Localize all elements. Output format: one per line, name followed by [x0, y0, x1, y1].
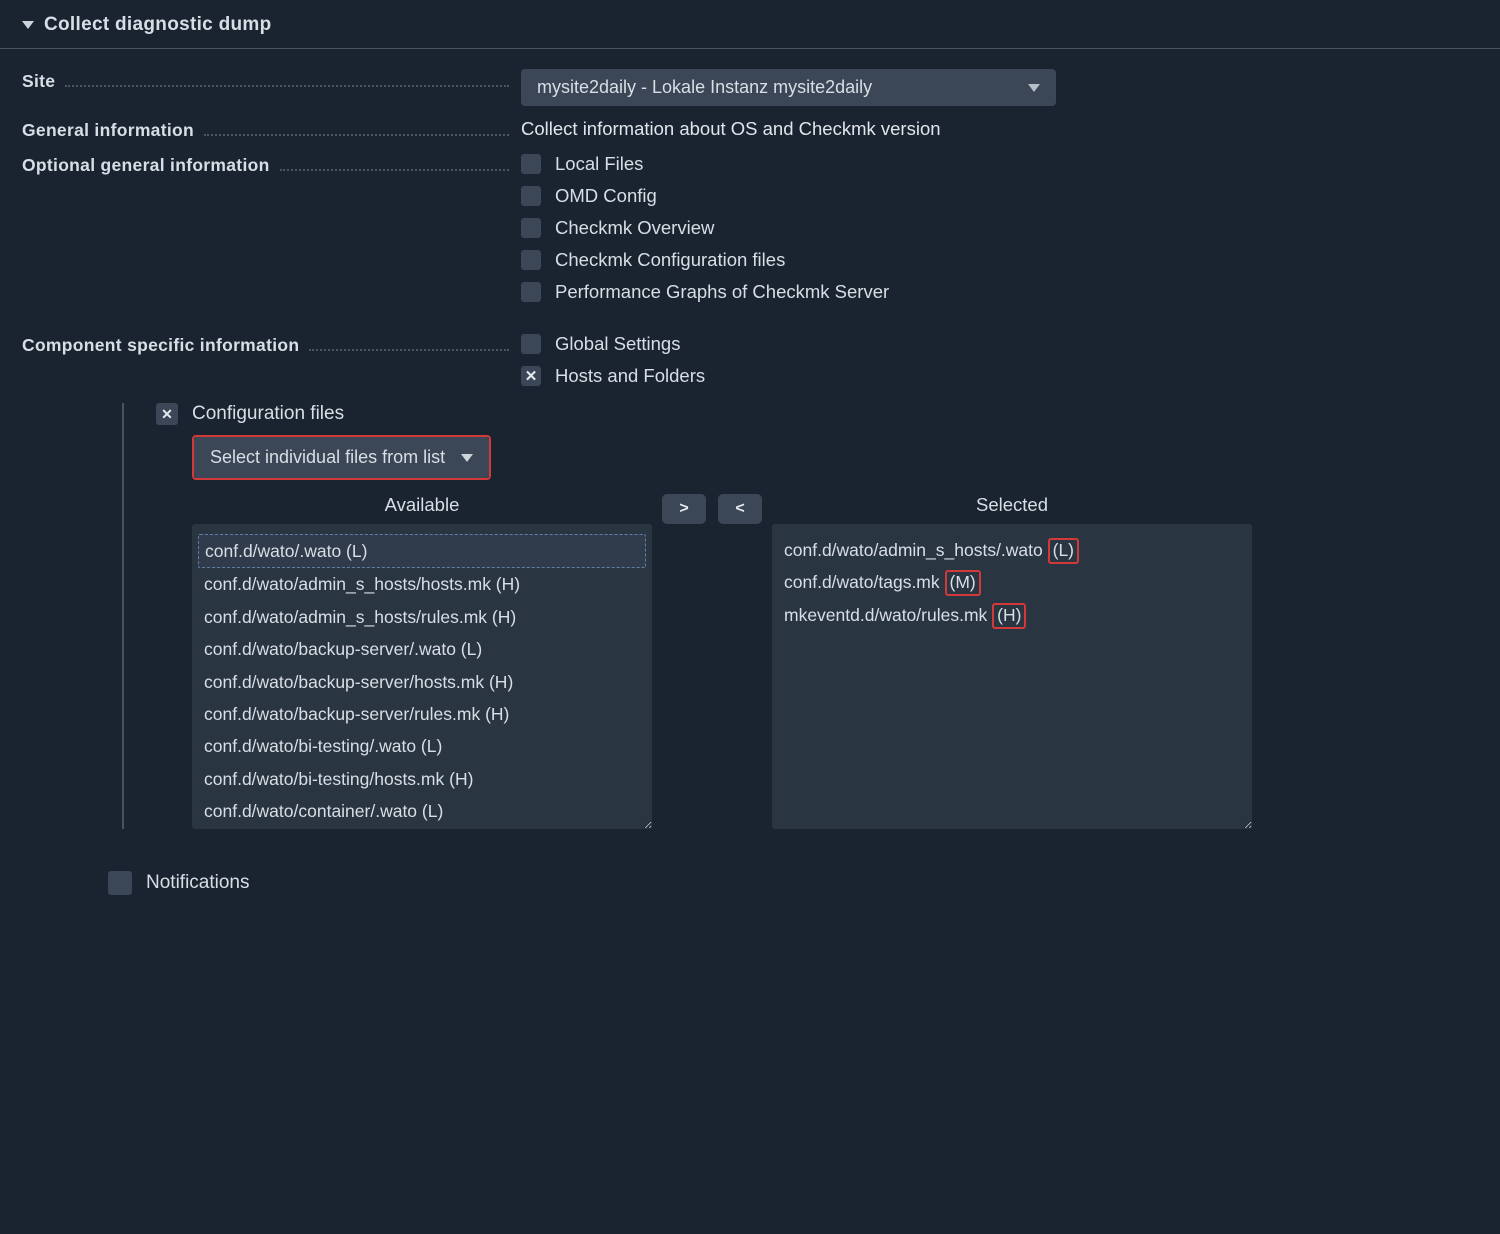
move-left-button[interactable]: <: [718, 494, 762, 524]
checkbox[interactable]: [521, 334, 541, 354]
component-item: Hosts and Folders: [521, 365, 1478, 387]
checkbox[interactable]: [521, 154, 541, 174]
optional-item: Performance Graphs of Checkmk Server: [521, 281, 1478, 303]
list-item[interactable]: conf.d/wato/container/.wato (L): [198, 795, 646, 827]
row-optional-info: Optional general information Local Files…: [0, 145, 1500, 307]
checkbox-label: Checkmk Configuration files: [555, 249, 785, 271]
list-item[interactable]: conf.d/wato/backup-server/.wato (L): [198, 633, 646, 665]
list-item[interactable]: conf.d/wato/backup-server/hosts.mk (H): [198, 666, 646, 698]
config-mode-value: Select individual files from list: [210, 447, 445, 468]
available-listbox[interactable]: conf.d/wato/.wato (L)conf.d/wato/admin_s…: [192, 524, 652, 829]
optional-info-label: Optional general information: [22, 155, 270, 176]
general-info-label: General information: [22, 120, 194, 141]
list-item[interactable]: conf.d/wato/tags.mk (M): [778, 566, 1246, 598]
list-item[interactable]: conf.d/wato/.wato (L): [198, 534, 646, 568]
checkbox-label: Checkmk Overview: [555, 217, 714, 239]
row-component-info: Component specific information Global Se…: [0, 325, 1500, 391]
list-item[interactable]: mkeventd.d/wato/rules.mk (H): [778, 599, 1246, 631]
collapse-triangle-icon: [22, 21, 34, 29]
selected-listbox[interactable]: conf.d/wato/admin_s_hosts/.wato (L)conf.…: [772, 524, 1252, 829]
dotted-fill: [204, 126, 509, 136]
list-item[interactable]: conf.d/wato/admin_s_hosts/rules.mk (H): [198, 601, 646, 633]
site-label: Site: [22, 71, 55, 92]
optional-item: Local Files: [521, 153, 1478, 175]
list-item[interactable]: conf.d/wato/backup-server/rules.mk (H): [198, 698, 646, 730]
checkbox[interactable]: [521, 186, 541, 206]
checkbox-label: Local Files: [555, 153, 643, 175]
dotted-fill: [65, 77, 509, 87]
checkbox[interactable]: [521, 282, 541, 302]
list-item[interactable]: conf.d/wato/admin_s_hosts/hosts.mk (H): [198, 568, 646, 600]
dotted-fill: [309, 341, 509, 351]
general-info-value: Collect information about OS and Checkmk…: [521, 118, 941, 139]
config-mode-dropdown[interactable]: Select individual files from list: [194, 437, 489, 478]
dotted-fill: [280, 161, 509, 171]
chevron-down-icon: [461, 454, 473, 462]
chevron-down-icon: [1028, 84, 1040, 92]
component-info-label: Component specific information: [22, 335, 299, 356]
close-icon[interactable]: ✕: [156, 403, 178, 425]
optional-item: Checkmk Overview: [521, 217, 1478, 239]
checkbox-label: Global Settings: [555, 333, 680, 355]
notifications-checkbox[interactable]: [108, 871, 132, 895]
checkbox[interactable]: [521, 250, 541, 270]
checkbox-label: Hosts and Folders: [555, 365, 705, 387]
mode-highlight: Select individual files from list: [192, 435, 491, 480]
move-right-button[interactable]: >: [662, 494, 706, 524]
section-title: Collect diagnostic dump: [44, 14, 272, 36]
site-dropdown[interactable]: mysite2daily - Lokale Instanz mysite2dai…: [521, 69, 1056, 106]
optional-item: Checkmk Configuration files: [521, 249, 1478, 271]
list-item[interactable]: conf.d/wato/admin_s_hosts/.wato (L): [778, 534, 1246, 566]
row-general-info: General information Collect information …: [0, 110, 1500, 145]
checkbox-label: OMD Config: [555, 185, 657, 207]
optional-item: OMD Config: [521, 185, 1478, 207]
checkbox[interactable]: [521, 366, 541, 386]
component-item: Global Settings: [521, 333, 1478, 355]
sensitivity-tag: (L): [1048, 538, 1079, 564]
sensitivity-tag: (M): [945, 570, 981, 596]
list-item[interactable]: conf.d/wato/bi-testing/.wato (L): [198, 730, 646, 762]
config-files-block: ✕ Configuration files Select individual …: [122, 403, 1500, 829]
list-item[interactable]: conf.d/wato/bi-testing/hosts.mk (H): [198, 763, 646, 795]
section-header[interactable]: Collect diagnostic dump: [0, 8, 1500, 48]
row-notifications: Notifications: [108, 871, 1500, 895]
row-site: Site mysite2daily - Lokale Instanz mysit…: [0, 61, 1500, 110]
config-files-title: Configuration files: [192, 403, 344, 425]
sensitivity-tag: (H): [992, 603, 1026, 629]
available-title: Available: [192, 494, 652, 516]
checkbox[interactable]: [521, 218, 541, 238]
divider: [0, 48, 1500, 49]
selected-title: Selected: [772, 494, 1252, 516]
notifications-label: Notifications: [146, 872, 250, 894]
site-selected-value: mysite2daily - Lokale Instanz mysite2dai…: [537, 77, 872, 98]
checkbox-label: Performance Graphs of Checkmk Server: [555, 281, 889, 303]
